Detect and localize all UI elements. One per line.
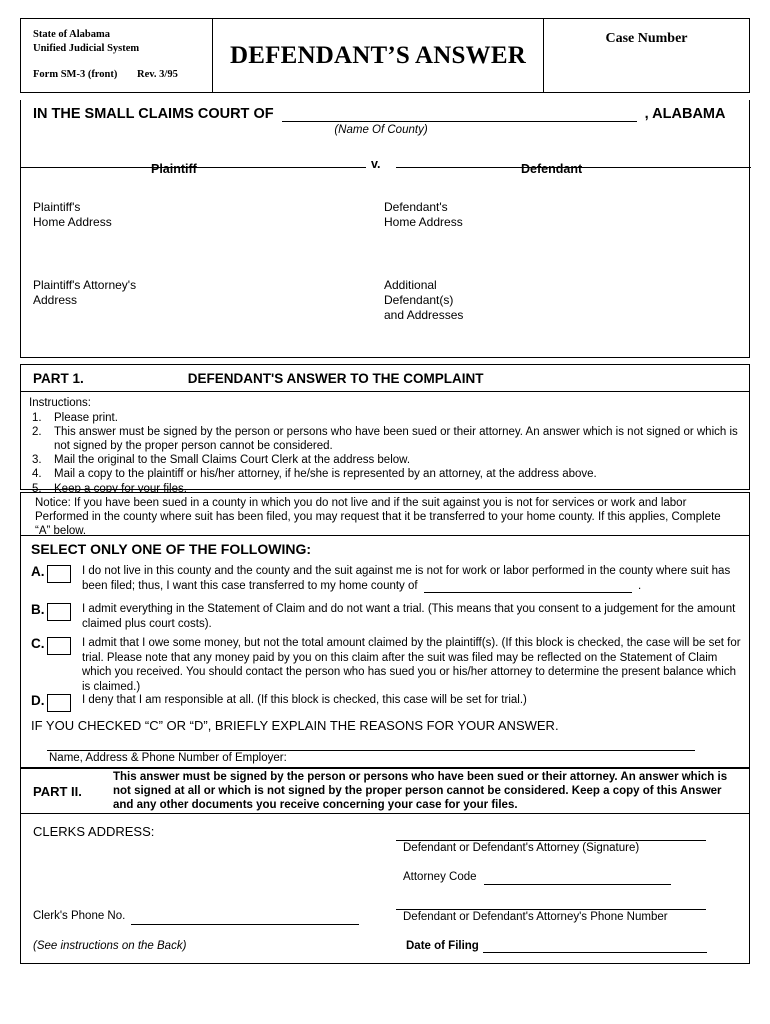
instruction-text: Mail a copy to the plaintiff or his/her … [54, 468, 597, 481]
see-instructions-note: (See instructions on the Back) [33, 940, 187, 952]
state-name: State of Alabama [33, 29, 110, 40]
instructions-heading: Instructions: [29, 397, 91, 409]
court-line: IN THE SMALL CLAIMS COURT OF , ALABAMA [33, 106, 739, 122]
versus-row: v. [21, 155, 751, 173]
plaintiff-attorney-line-2: Address [33, 293, 78, 307]
select-one-box: SELECT ONLY ONE OF THE FOLLOWING: A. I d… [20, 536, 750, 768]
notice-box: Notice: If you have been sued in a count… [20, 492, 750, 537]
option-row-a: A. I do not live in this county and the … [21, 564, 751, 593]
state-suffix-label: , ALABAMA [644, 106, 726, 122]
additional-defendants-line-3: and Addresses [384, 308, 464, 322]
part2-box: PART II. This answer must be signed by t… [20, 768, 750, 814]
instruction-number: 2. [32, 425, 42, 438]
part1-label: PART 1. [33, 370, 84, 386]
part2-label: PART II. [33, 783, 82, 799]
attorney-phone-label: Defendant or Defendant's Attorney's Phon… [403, 911, 668, 923]
case-number-cell[interactable]: Case Number [544, 19, 749, 92]
checkbox-option-b[interactable] [47, 603, 71, 621]
versus-label: v. [371, 157, 381, 171]
county-name-input[interactable] [281, 108, 637, 122]
plaintiff-attorney-address-block[interactable]: Plaintiff's Attorney's Address [33, 278, 136, 308]
select-one-heading: SELECT ONLY ONE OF THE FOLLOWING: [31, 541, 312, 557]
case-number-label: Case Number [605, 31, 688, 46]
date-of-filing-input[interactable] [483, 952, 707, 953]
form-number: Form SM-3 (front) [33, 69, 118, 80]
defendant-label: Defendant [521, 162, 583, 176]
instruction-item: 4. Mail a copy to the plaintiff or his/h… [29, 467, 739, 481]
explain-reasons-line: IF YOU CHECKED “C” OR “D”, BRIEFLY EXPLA… [31, 718, 559, 733]
form-title-cell: DEFENDANT’S ANSWER [213, 19, 544, 92]
caption-box: IN THE SMALL CLAIMS COURT OF , ALABAMA (… [20, 100, 751, 358]
plaintiff-home-line-2: Home Address [33, 215, 112, 229]
additional-defendants-line-1: Additional [384, 278, 437, 292]
checkbox-option-a[interactable] [47, 565, 71, 583]
instruction-text: This answer must be signed by the person… [54, 425, 738, 452]
option-letter-b: B. [31, 602, 45, 617]
part2-text: This answer must be signed by the person… [113, 771, 728, 811]
form-header-table: State of Alabama Unified Judicial System… [20, 18, 750, 93]
part1-title: DEFENDANT'S ANSWER TO THE COMPLAINT [187, 370, 484, 386]
county-caption: (Name Of County) [334, 124, 428, 136]
part1-header-bar: PART 1. DEFENDANT'S ANSWER TO THE COMPLA… [20, 364, 750, 392]
instruction-number: 1. [32, 411, 42, 424]
employer-label: Name, Address & Phone Number of Employer… [49, 752, 287, 764]
option-row-c: C. I admit that I owe some money, but no… [21, 636, 751, 694]
checkbox-option-c[interactable] [47, 637, 71, 655]
additional-defendants-line-2: Defendant(s) [384, 293, 454, 307]
form-revision: Rev. 3/95 [137, 69, 178, 80]
option-letter-a: A. [31, 564, 45, 579]
plaintiff-home-line-1: Plaintiff's [33, 200, 81, 214]
home-county-input[interactable] [423, 580, 632, 593]
checkbox-option-d[interactable] [47, 694, 71, 712]
option-a-text-before: I do not live in this county and the cou… [82, 565, 731, 592]
option-row-d: D. I deny that I am responsible at all. … [21, 693, 751, 712]
option-text-b: I admit everything in the Statement of C… [82, 603, 736, 630]
instruction-item: 3. Mail the original to the Small Claims… [29, 453, 739, 467]
court-prefix-label: IN THE SMALL CLAIMS COURT OF [33, 106, 274, 122]
clerk-phone-input[interactable] [131, 924, 359, 925]
date-of-filing-label: Date of Filing [406, 940, 479, 952]
signature-input[interactable] [396, 840, 706, 841]
option-letter-c: C. [31, 636, 45, 651]
attorney-phone-input[interactable] [396, 909, 706, 910]
judicial-system-name: Unified Judicial System [33, 42, 140, 54]
signature-box: CLERKS ADDRESS: Clerk's Phone No. (See i… [20, 814, 750, 964]
option-a-text-after: . [638, 579, 642, 592]
attorney-code-input[interactable] [484, 884, 671, 885]
option-text-c: I admit that I owe some money, but not t… [82, 637, 741, 693]
instruction-text: Please print. [54, 411, 118, 424]
instruction-item: 2. This answer must be signed by the per… [29, 425, 739, 453]
clerks-address-label: CLERKS ADDRESS: [33, 824, 155, 839]
form-page: State of Alabama Unified Judicial System… [0, 0, 770, 1024]
instruction-text: Mail the original to the Small Claims Co… [54, 454, 411, 467]
plaintiff-attorney-line-1: Plaintiff's Attorney's [33, 278, 137, 292]
additional-defendants-block[interactable]: Additional Defendant(s) and Addresses [384, 278, 463, 323]
option-text-d: I deny that I am responsible at all. (If… [82, 694, 527, 706]
instruction-number: 4. [32, 468, 42, 481]
signature-label: Defendant or Defendant's Attorney (Signa… [403, 842, 640, 854]
plaintiff-home-address-block[interactable]: Plaintiff's Home Address [33, 200, 112, 230]
instructions-box: Instructions: 1. Please print. 2. This a… [20, 392, 750, 495]
agency-cell: State of Alabama Unified Judicial System… [21, 19, 213, 92]
instruction-item: 1. Please print. [29, 411, 739, 425]
defendant-home-address-block[interactable]: Defendant's Home Address [384, 200, 463, 230]
defendant-home-line-1: Defendant's [384, 200, 448, 214]
defendant-home-line-2: Home Address [384, 215, 463, 229]
option-text-a: I do not live in this county and the cou… [71, 564, 751, 593]
form-meta-row: Form SM-3 (front) Rev. 3/95 [33, 68, 212, 82]
attorney-code-label: Attorney Code [403, 871, 477, 883]
clerk-phone-label: Clerk's Phone No. [33, 910, 126, 922]
notice-text: Notice: If you have been sued in a count… [35, 497, 721, 537]
instruction-number: 3. [32, 454, 42, 467]
plaintiff-label: Plaintiff [151, 162, 197, 176]
form-title: DEFENDANT’S ANSWER [229, 41, 526, 69]
option-row-b: B. I admit everything in the Statement o… [21, 602, 751, 631]
option-letter-d: D. [31, 693, 45, 708]
employer-info-input[interactable] [47, 750, 695, 751]
